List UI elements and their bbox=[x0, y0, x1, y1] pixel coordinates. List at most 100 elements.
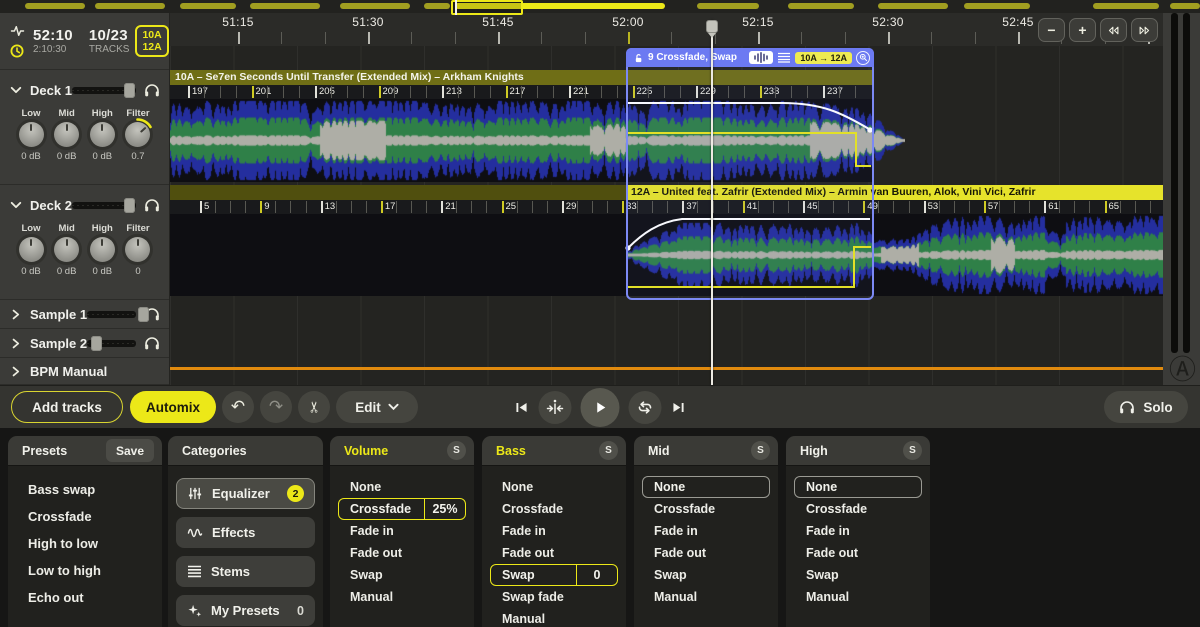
deck1-header-row[interactable]: Deck 1 bbox=[10, 78, 161, 102]
timeline-ruler[interactable]: 51:1551:3051:4552:0052:1552:3052:45 bbox=[170, 13, 1163, 46]
minimap-track-segment[interactable] bbox=[424, 3, 450, 9]
crossfade-header[interactable]: 9 Crossfade, Swap 10A → 12A bbox=[626, 48, 874, 67]
preset-item-bass-swap[interactable]: Bass swap bbox=[16, 476, 154, 503]
automation-option-fade-in[interactable]: Fade in bbox=[490, 520, 618, 542]
filter-knob[interactable] bbox=[125, 122, 150, 147]
preset-item-low-to-high[interactable]: Low to high bbox=[16, 557, 154, 584]
automation-option-manual[interactable]: Manual bbox=[490, 608, 618, 627]
edit-menu-button[interactable]: Edit bbox=[336, 391, 418, 423]
deck2-header-row[interactable]: Deck 2 bbox=[10, 193, 161, 217]
skip-backward-button[interactable] bbox=[1100, 18, 1127, 42]
automation-option-crossfade[interactable]: Crossfade bbox=[794, 498, 922, 520]
automation-option-fade-out[interactable]: Fade out bbox=[794, 542, 922, 564]
vertical-scrollbar[interactable] bbox=[1171, 13, 1178, 353]
automation-option-swap[interactable]: Swap0 bbox=[490, 564, 618, 586]
zoom-out-button[interactable]: − bbox=[1038, 18, 1065, 42]
category-item-equalizer[interactable]: Equalizer2 bbox=[176, 478, 315, 509]
automation-option-fade-out[interactable]: Fade out bbox=[338, 542, 466, 564]
high-knob[interactable] bbox=[90, 237, 115, 262]
minimap-track-segment[interactable] bbox=[250, 3, 320, 9]
mid-knob[interactable] bbox=[54, 237, 79, 262]
slider-handle[interactable] bbox=[124, 198, 135, 213]
deck1-volume-slider[interactable] bbox=[72, 87, 136, 94]
high-knob[interactable] bbox=[90, 122, 115, 147]
automation-option-swap[interactable]: Swap bbox=[642, 564, 770, 586]
headphones-icon[interactable] bbox=[144, 198, 161, 213]
headphones-icon[interactable] bbox=[144, 83, 161, 98]
playhead[interactable] bbox=[711, 20, 713, 385]
magnifier-icon[interactable] bbox=[856, 51, 870, 65]
sidebar-row-sample2[interactable]: Sample 2 bbox=[0, 329, 169, 358]
headphones-icon[interactable] bbox=[144, 336, 161, 351]
minimap-track-segment[interactable] bbox=[1093, 3, 1159, 9]
skip-forward-button[interactable] bbox=[1131, 18, 1158, 42]
mid-knob[interactable] bbox=[54, 122, 79, 147]
automation-option-fade-in[interactable]: Fade in bbox=[642, 520, 770, 542]
category-item-my-presets[interactable]: My Presets0 bbox=[176, 595, 315, 626]
filter-knob[interactable] bbox=[125, 237, 150, 262]
solo-toggle-button[interactable]: S bbox=[599, 441, 618, 460]
minimap-track-segment[interactable] bbox=[697, 3, 759, 9]
automation-option-none[interactable]: None bbox=[490, 476, 618, 498]
category-item-effects[interactable]: Effects bbox=[176, 517, 315, 548]
chevron-down-icon[interactable] bbox=[10, 198, 24, 212]
preset-item-echo-out[interactable]: Echo out bbox=[16, 584, 154, 611]
automation-option-fade-out[interactable]: Fade out bbox=[490, 542, 618, 564]
automation-option-swap[interactable]: Swap bbox=[794, 564, 922, 586]
sidebar-row-sample1[interactable]: Sample 1 bbox=[0, 300, 169, 329]
chevron-right-icon[interactable] bbox=[10, 364, 24, 378]
automation-option-fade-out[interactable]: Fade out bbox=[642, 542, 770, 564]
sidebar-row-bpm[interactable]: BPM Manual bbox=[0, 358, 169, 385]
save-preset-button[interactable]: Save bbox=[106, 439, 154, 462]
playhead-pin[interactable] bbox=[706, 20, 718, 37]
automation-option-manual[interactable]: Manual bbox=[642, 586, 770, 608]
tracks-timeline-area[interactable]: 10A – Se7en Seconds Until Transfer (Exte… bbox=[170, 46, 1163, 385]
low-knob[interactable] bbox=[19, 122, 44, 147]
solo-toggle-button[interactable]: S bbox=[447, 441, 466, 460]
automix-button[interactable]: Automix bbox=[130, 391, 216, 423]
automation-option-none[interactable]: None bbox=[642, 476, 770, 498]
undo-button[interactable]: ↶ bbox=[222, 391, 254, 423]
snap-to-playhead-button[interactable] bbox=[539, 391, 572, 424]
automation-option-manual[interactable]: Manual bbox=[338, 586, 466, 608]
preset-item-high-to-low[interactable]: High to low bbox=[16, 530, 154, 557]
minimap-track-segment[interactable] bbox=[95, 3, 165, 9]
automation-option-fade-in[interactable]: Fade in bbox=[794, 520, 922, 542]
play-button[interactable] bbox=[581, 388, 620, 427]
redo-button[interactable]: ↷ bbox=[260, 391, 292, 423]
add-tracks-button[interactable]: Add tracks bbox=[11, 391, 123, 423]
automation-option-manual[interactable]: Manual bbox=[794, 586, 922, 608]
deck2-volume-slider[interactable] bbox=[72, 202, 136, 209]
minimap-track-segment[interactable] bbox=[964, 3, 1030, 9]
chevron-right-icon[interactable] bbox=[10, 307, 24, 321]
minimap-track-segment[interactable] bbox=[180, 3, 236, 9]
category-item-stems[interactable]: Stems bbox=[176, 556, 315, 587]
minimap-track-segment[interactable] bbox=[340, 3, 410, 9]
solo-toggle-button[interactable]: S bbox=[903, 441, 922, 460]
minimap-track-segment[interactable] bbox=[788, 3, 854, 9]
automation-option-crossfade[interactable]: Crossfade bbox=[490, 498, 618, 520]
slider-handle[interactable] bbox=[138, 307, 149, 322]
automation-option-crossfade[interactable]: Crossfade bbox=[642, 498, 770, 520]
minimap-viewport[interactable] bbox=[451, 0, 523, 15]
preset-item-crossfade[interactable]: Crossfade bbox=[16, 503, 154, 530]
key-transition-badge[interactable]: 10A 12A bbox=[135, 25, 168, 57]
solo-toggle-button[interactable]: S bbox=[751, 441, 770, 460]
automation-option-crossfade[interactable]: Crossfade25% bbox=[338, 498, 466, 520]
next-track-button[interactable] bbox=[671, 400, 687, 415]
automation-option-swap-fade[interactable]: Swap fade bbox=[490, 586, 618, 608]
lock-open-icon[interactable] bbox=[633, 52, 644, 64]
timeline-minimap[interactable] bbox=[0, 0, 1200, 13]
slider-handle[interactable] bbox=[124, 83, 135, 98]
waveform-view-toggle[interactable] bbox=[749, 51, 773, 64]
automation-option-swap[interactable]: Swap bbox=[338, 564, 466, 586]
sample1-volume-slider[interactable] bbox=[87, 311, 136, 318]
minimap-track-segment[interactable] bbox=[1170, 3, 1200, 9]
list-view-toggle[interactable] bbox=[777, 52, 791, 63]
minimap-track-segment[interactable] bbox=[25, 3, 85, 9]
low-knob[interactable] bbox=[19, 237, 44, 262]
chevron-right-icon[interactable] bbox=[10, 336, 24, 350]
automation-option-none[interactable]: None bbox=[794, 476, 922, 498]
split-button[interactable]: ✂ bbox=[298, 391, 330, 423]
chevron-down-icon[interactable] bbox=[10, 83, 24, 97]
